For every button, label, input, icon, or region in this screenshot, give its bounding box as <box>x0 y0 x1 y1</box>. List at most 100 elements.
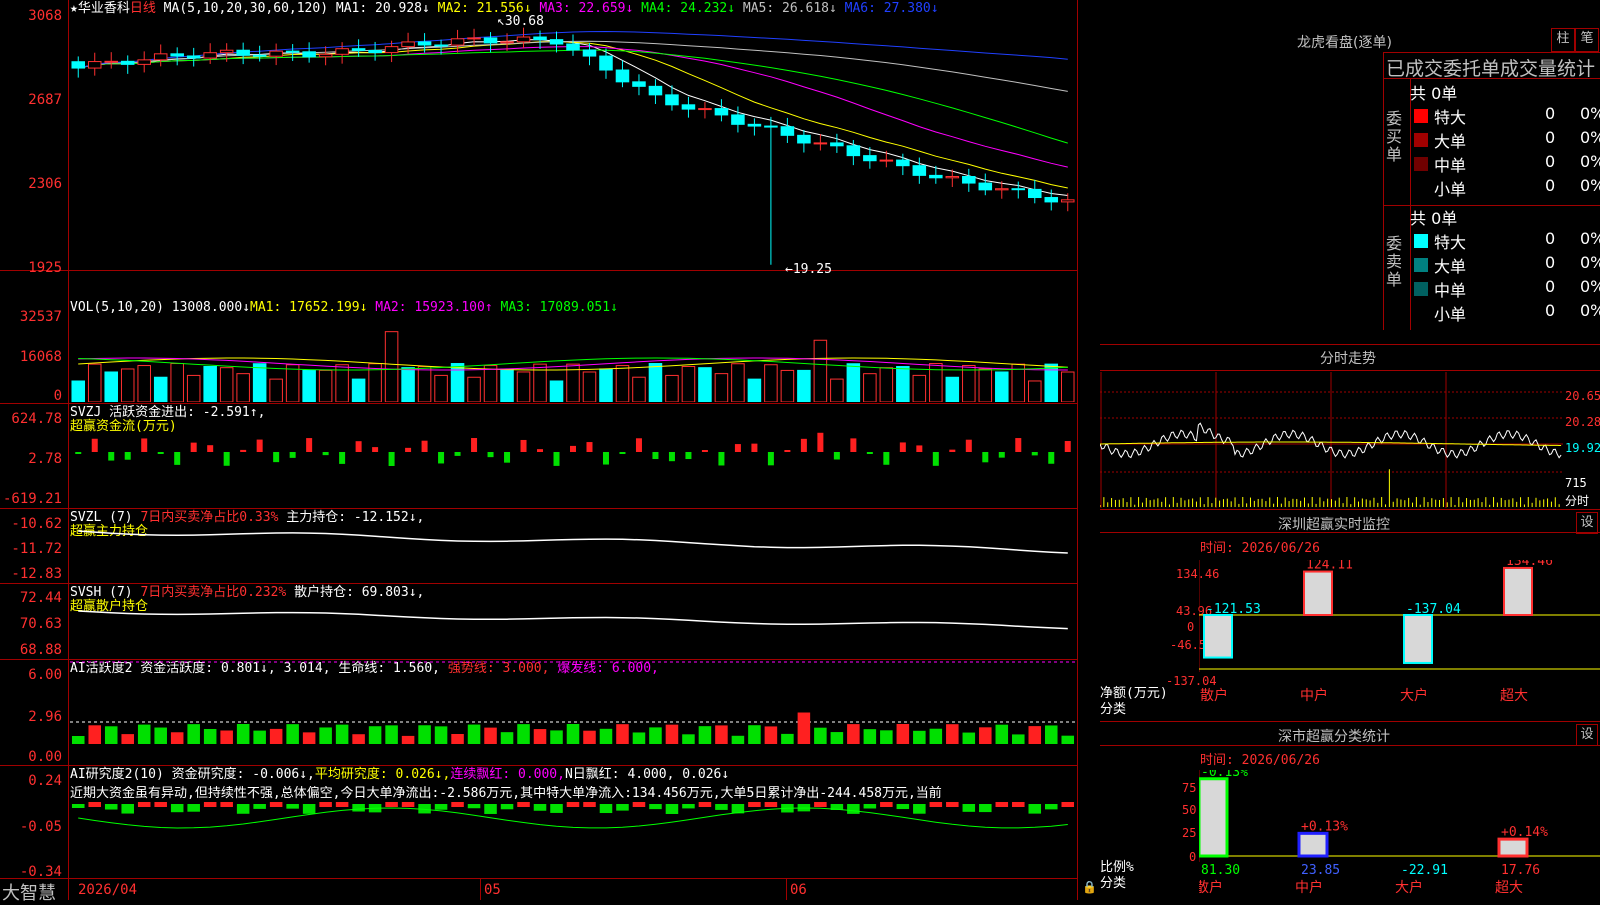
svzj-bars[interactable] <box>70 404 1076 507</box>
volume-bar <box>995 371 1009 402</box>
fund-flow-bar <box>1064 441 1071 452</box>
order-name: 小单 <box>1434 180 1467 199</box>
research-bar <box>929 802 943 807</box>
candle-body <box>1011 188 1026 191</box>
fund-flow-bar <box>1031 452 1038 456</box>
bar-mode-button[interactable]: 柱 <box>1551 28 1575 52</box>
x-axis-label: 2026/04 <box>78 882 138 898</box>
candle-body <box>302 51 316 58</box>
activity-bar <box>649 727 662 744</box>
research-bar <box>121 804 134 814</box>
class-category-label: 散户 <box>1199 879 1223 896</box>
fund-flow-bar <box>553 452 560 466</box>
svzj-y-label: 624.78 <box>11 411 62 427</box>
activity-bar <box>616 724 629 744</box>
order-pct: 0% <box>1580 176 1600 195</box>
intraday-price-label: 19.92 <box>1565 441 1600 455</box>
candle-body <box>681 104 696 110</box>
lock-icon[interactable]: 🔒 <box>1082 880 1097 894</box>
candle-body <box>384 46 399 54</box>
candle-body <box>500 41 514 44</box>
research-bar <box>665 804 679 814</box>
class-value-label: 17.76 <box>1501 863 1540 878</box>
ai1-bars[interactable] <box>70 660 1076 764</box>
activity-bar <box>385 725 398 744</box>
svzj-y-label: -619.21 <box>2 491 62 507</box>
fund-flow-bar <box>157 452 164 454</box>
activity-bar <box>335 724 349 744</box>
volume-bar <box>1060 371 1075 402</box>
order-pct: 0% <box>1580 229 1600 248</box>
volume-bar <box>203 366 217 402</box>
candle-body <box>912 165 927 176</box>
class-bars[interactable]: -0.13% 81.30散户 +0.13% 23.85中户 -22.91大户 +0.14%… <box>1199 770 1600 900</box>
fund-flow-bar <box>685 452 692 460</box>
research-bar <box>253 804 266 809</box>
fund-flow-bar <box>635 438 642 452</box>
research-bar <box>71 804 85 808</box>
volume-bar <box>219 367 234 402</box>
ma-params: MA(5,10,20,30,60,120) <box>163 1 329 16</box>
class-y-label: 0 <box>1189 850 1197 864</box>
candle-body <box>516 36 531 43</box>
activity-bar <box>1012 734 1025 744</box>
order-count: 0 <box>1545 253 1556 272</box>
volume-bar <box>104 371 118 402</box>
fund-flow-bar <box>289 452 296 458</box>
volume-bar <box>615 365 630 402</box>
activity-bar <box>566 724 580 744</box>
class-y-label: 50 <box>1182 803 1197 817</box>
monitor-category-label: 大户 <box>1400 687 1428 704</box>
activity-bar <box>418 725 431 744</box>
research-bar <box>203 802 217 807</box>
intraday-title: 分时走势 <box>1320 351 1376 367</box>
monitor-category-label: 散户 <box>1200 687 1228 704</box>
x-tick <box>786 878 787 900</box>
fund-flow-bar <box>701 450 708 452</box>
candle-body <box>170 53 184 57</box>
volume-bar <box>863 373 877 402</box>
candle-body <box>219 49 234 54</box>
candle-body <box>1060 199 1075 203</box>
ai2-bars[interactable] <box>70 800 1076 877</box>
research-bar <box>566 802 580 807</box>
candle-body <box>714 108 729 116</box>
activity-bar <box>599 728 613 744</box>
research-bar <box>682 804 695 809</box>
fund-flow-bar <box>108 452 115 461</box>
divider-ai2 <box>0 765 1077 766</box>
volume-bar <box>467 376 481 402</box>
activity-bar <box>434 726 448 744</box>
volume-bars[interactable] <box>70 305 1076 402</box>
fund-flow-bar <box>899 442 906 452</box>
intraday-chart[interactable] <box>1100 372 1563 508</box>
legend-swatch <box>1414 157 1428 171</box>
class-category-label: 超大 <box>1495 880 1523 896</box>
candle-body <box>747 123 762 127</box>
order-name: 特大 <box>1434 233 1467 252</box>
candle-body <box>995 188 1009 191</box>
svzl-line[interactable] <box>70 509 1076 582</box>
class-settings-button[interactable]: 设 <box>1576 724 1598 746</box>
volume-bar <box>500 368 514 402</box>
pen-mode-button[interactable]: 笔 <box>1575 28 1599 52</box>
volume-bar <box>384 331 399 402</box>
monitor-bars[interactable]: -121.53 散户 124.11 中户 -137.04 大户 134.46 超大 <box>1199 560 1600 720</box>
activity-bar <box>170 732 184 744</box>
volume-bar <box>582 371 597 402</box>
class-bar <box>1297 831 1329 858</box>
candle-body <box>533 36 547 41</box>
activity-bar <box>962 732 976 744</box>
candle-body <box>896 159 910 167</box>
monitor-settings-button[interactable]: 设 <box>1576 512 1598 534</box>
research-bar <box>319 802 332 807</box>
candle-body <box>483 37 498 44</box>
fund-flow-bar <box>306 438 313 452</box>
svsh-line[interactable] <box>70 584 1076 658</box>
fund-flow-bar <box>751 443 758 452</box>
order-count: 0 <box>1545 128 1556 147</box>
vol-y-label: 32537 <box>19 309 62 325</box>
candlestick-chart[interactable] <box>70 16 1076 270</box>
research-bar <box>748 802 761 807</box>
candle-body <box>615 69 630 83</box>
